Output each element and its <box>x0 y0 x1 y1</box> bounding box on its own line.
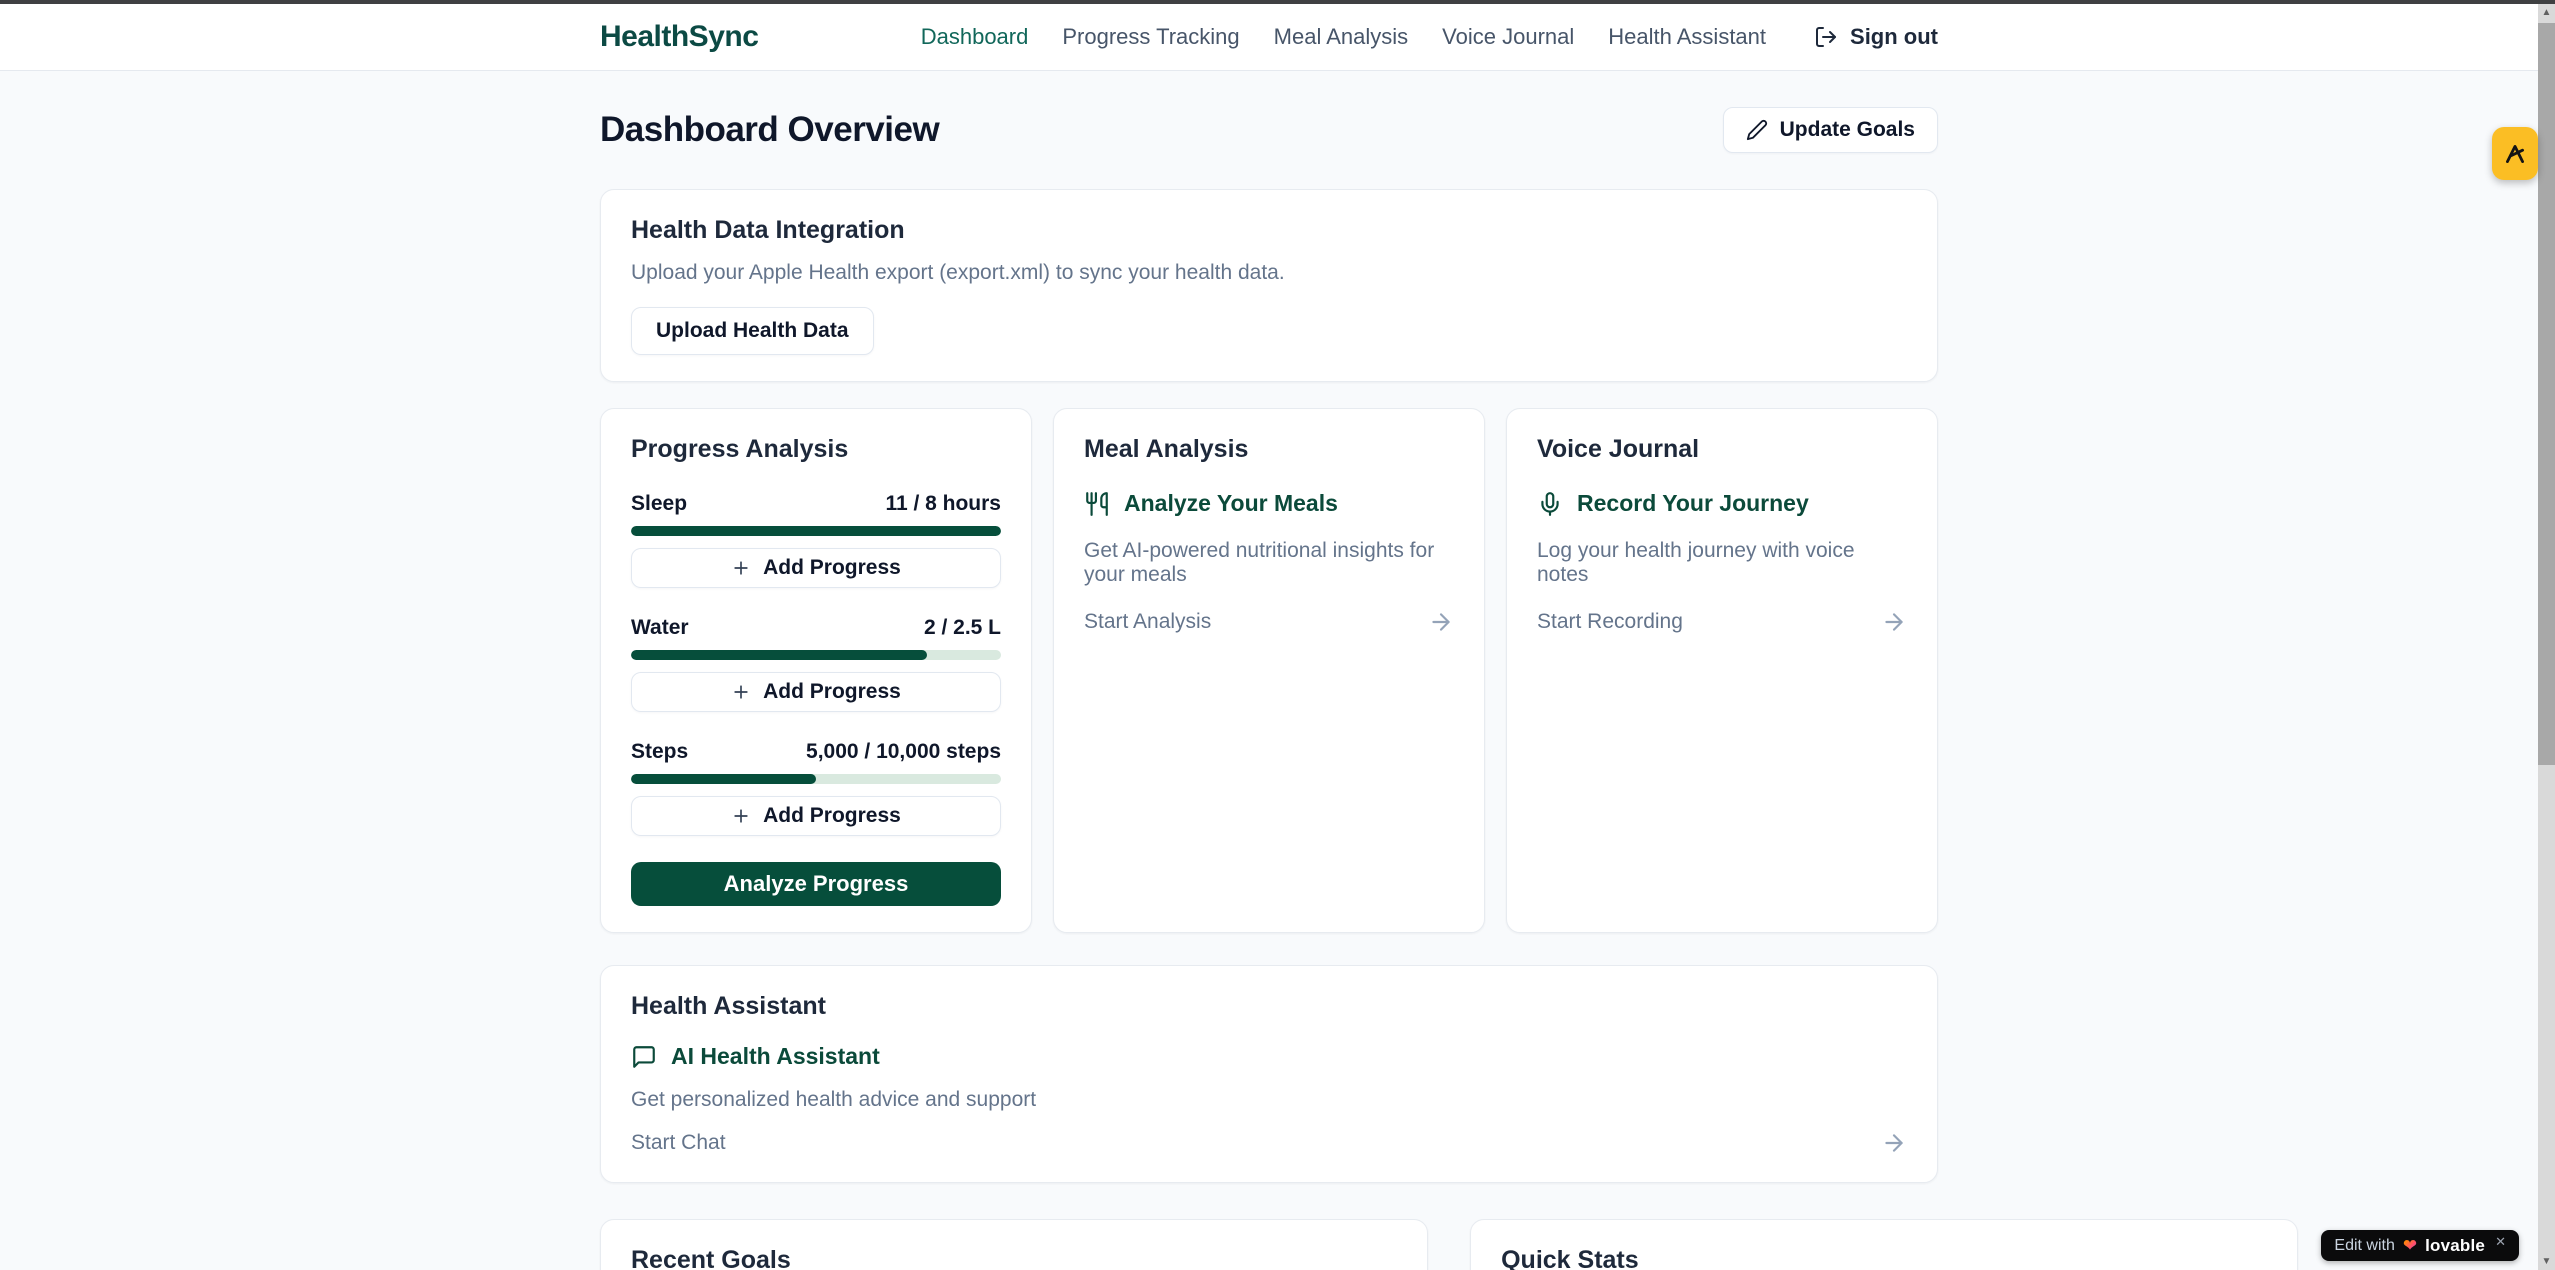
badge-prefix: Edit with <box>2334 1237 2394 1255</box>
metric-steps-value: 5,000 / 10,000 steps <box>806 740 1001 764</box>
update-goals-button[interactable]: Update Goals <box>1723 107 1938 153</box>
nav-item-progress-tracking[interactable]: Progress Tracking <box>1062 24 1239 50</box>
add-sleep-progress-button[interactable]: Add Progress <box>631 548 1001 588</box>
voice-description: Log your health journey with voice notes <box>1537 539 1907 587</box>
page-viewport: HealthSync Dashboard Progress Tracking M… <box>0 0 2538 1270</box>
start-chat-label: Start Chat <box>631 1131 726 1155</box>
recent-goals-title: Recent Goals <box>631 1246 1397 1270</box>
edit-with-lovable-badge[interactable]: Edit with ❤ lovable ✕ <box>2321 1230 2519 1261</box>
lovable-select-button[interactable] <box>2492 127 2538 180</box>
app-header: HealthSync Dashboard Progress Tracking M… <box>0 0 2538 71</box>
primary-nav: Dashboard Progress Tracking Meal Analysi… <box>921 24 1938 50</box>
record-your-journey-label: Record Your Journey <box>1577 490 1809 517</box>
start-chat-action[interactable]: Start Chat <box>631 1130 1907 1156</box>
integration-description: Upload your Apple Health export (export.… <box>631 261 1907 285</box>
page-title: Dashboard Overview <box>600 110 939 150</box>
health-data-integration-card: Health Data Integration Upload your Appl… <box>600 189 1938 382</box>
analyze-your-meals-label: Analyze Your Meals <box>1124 490 1338 517</box>
add-progress-label: Add Progress <box>763 556 901 580</box>
badge-brand: lovable <box>2425 1236 2485 1256</box>
ai-health-assistant-label: AI Health Assistant <box>671 1043 880 1070</box>
water-progress-bar <box>631 650 1001 660</box>
nav-item-health-assistant[interactable]: Health Assistant <box>1608 24 1766 50</box>
start-analysis-action[interactable]: Start Analysis <box>1084 609 1454 635</box>
lovable-tool-icon <box>2502 141 2528 167</box>
analyze-progress-button[interactable]: Analyze Progress <box>631 862 1001 906</box>
meal-analysis-card: Meal Analysis Analyze Your Meals Get AI-… <box>1053 408 1485 933</box>
start-recording-action[interactable]: Start Recording <box>1537 609 1907 635</box>
window-top-edge <box>0 0 2555 4</box>
quick-stats-title: Quick Stats <box>1501 1246 2267 1270</box>
plus-icon <box>731 682 751 702</box>
voice-journal-card: Voice Journal Record Your Journey Log yo… <box>1506 408 1938 933</box>
arrow-right-icon <box>1881 609 1907 635</box>
plus-icon <box>731 558 751 578</box>
plus-icon <box>731 806 751 826</box>
assistant-description: Get personalized health advice and suppo… <box>631 1088 1907 1112</box>
metric-steps: Steps 5,000 / 10,000 steps Add Progress <box>631 740 1001 836</box>
metric-sleep-label: Sleep <box>631 492 687 516</box>
metric-steps-label: Steps <box>631 740 688 764</box>
ai-health-assistant-link[interactable]: AI Health Assistant <box>631 1043 1907 1070</box>
recent-goals-card: Recent Goals Select Date Today Yesterday… <box>600 1219 1428 1270</box>
chat-bubble-icon <box>631 1044 657 1070</box>
nav-item-meal-analysis[interactable]: Meal Analysis <box>1274 24 1409 50</box>
add-progress-label: Add Progress <box>763 804 901 828</box>
nav-item-dashboard[interactable]: Dashboard <box>921 24 1029 50</box>
start-analysis-label: Start Analysis <box>1084 610 1211 634</box>
start-recording-label: Start Recording <box>1537 610 1683 634</box>
sleep-progress-bar <box>631 526 1001 536</box>
utensils-icon <box>1084 491 1110 517</box>
analyze-your-meals-link[interactable]: Analyze Your Meals <box>1084 490 1454 517</box>
voice-journal-title: Voice Journal <box>1537 435 1907 464</box>
metric-sleep-value: 11 / 8 hours <box>885 492 1001 516</box>
add-progress-label: Add Progress <box>763 680 901 704</box>
record-your-journey-link[interactable]: Record Your Journey <box>1537 490 1907 517</box>
integration-title: Health Data Integration <box>631 216 1907 245</box>
microphone-icon <box>1537 491 1563 517</box>
upload-health-data-button[interactable]: Upload Health Data <box>631 307 874 355</box>
arrow-right-icon <box>1428 609 1454 635</box>
update-goals-label: Update Goals <box>1780 118 1915 142</box>
pencil-icon <box>1746 119 1768 141</box>
log-out-icon <box>1814 25 1838 49</box>
metric-water: Water 2 / 2.5 L Add Progress <box>631 616 1001 712</box>
arrow-right-icon <box>1881 1130 1907 1156</box>
progress-analysis-title: Progress Analysis <box>631 435 1001 464</box>
dashboard-main: Dashboard Overview Update Goals Health D… <box>600 71 1938 1270</box>
sign-out-label: Sign out <box>1850 24 1938 50</box>
close-icon[interactable]: ✕ <box>2495 1234 2506 1250</box>
brand-logo[interactable]: HealthSync <box>600 20 758 54</box>
quick-stats-card: Quick Stats Select Date Today Yesterday … <box>1470 1219 2298 1270</box>
progress-analysis-card: Progress Analysis Sleep 11 / 8 hours Add… <box>600 408 1032 933</box>
nav-item-voice-journal[interactable]: Voice Journal <box>1442 24 1574 50</box>
health-assistant-title: Health Assistant <box>631 992 1907 1021</box>
metric-sleep: Sleep 11 / 8 hours Add Progress <box>631 492 1001 588</box>
metric-water-label: Water <box>631 616 689 640</box>
steps-progress-bar <box>631 774 1001 784</box>
heart-icon: ❤ <box>2403 1236 2417 1256</box>
vertical-scrollbar[interactable]: ▲ ▼ <box>2538 4 2555 1270</box>
scroll-down-arrow-icon[interactable]: ▼ <box>2538 1253 2555 1270</box>
add-water-progress-button[interactable]: Add Progress <box>631 672 1001 712</box>
add-steps-progress-button[interactable]: Add Progress <box>631 796 1001 836</box>
health-assistant-card: Health Assistant AI Health Assistant Get… <box>600 965 1938 1183</box>
meal-analysis-title: Meal Analysis <box>1084 435 1454 464</box>
meal-description: Get AI-powered nutritional insights for … <box>1084 539 1454 587</box>
scrollbar-thumb[interactable] <box>2538 23 2555 765</box>
sign-out-button[interactable]: Sign out <box>1814 24 1938 50</box>
metric-water-value: 2 / 2.5 L <box>924 616 1001 640</box>
scroll-up-arrow-icon[interactable]: ▲ <box>2538 4 2555 21</box>
